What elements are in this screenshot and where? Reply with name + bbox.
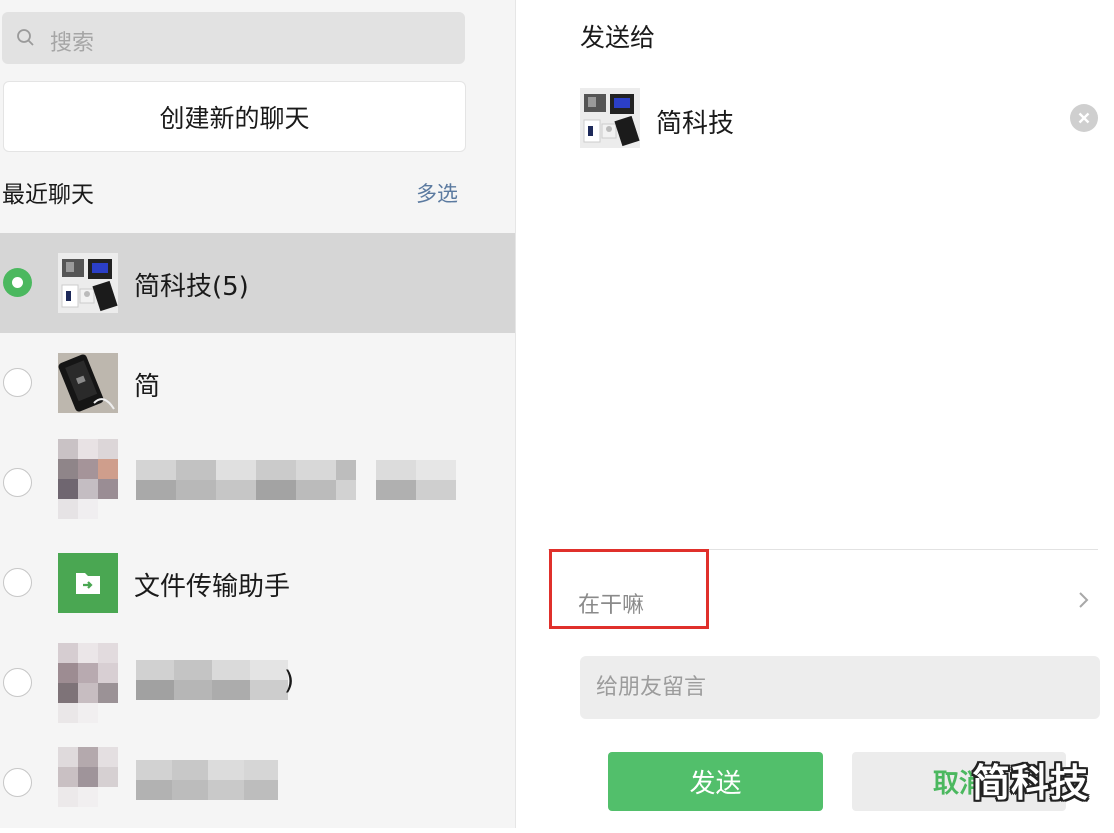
highlight-annotation-box: [549, 549, 709, 629]
watermark-text: 简科技: [972, 761, 1090, 805]
blurred-name: [136, 760, 278, 800]
contact-name: 文件传输助手: [134, 572, 291, 602]
contact-row[interactable]: ): [0, 633, 515, 733]
send-to-heading: 发送给: [580, 23, 656, 52]
selected-radio-icon[interactable]: [3, 268, 32, 297]
unselected-radio-icon[interactable]: [3, 668, 32, 697]
contact-row[interactable]: [0, 433, 515, 533]
create-new-chat-button[interactable]: 创建新的聊天: [3, 81, 466, 152]
close-icon: [1078, 112, 1090, 124]
contact-picker-panel: 搜索 创建新的聊天 最近聊天 多选 简科技(5) 简 文件传输助手): [0, 0, 516, 828]
leave-message-input[interactable]: [580, 656, 1100, 719]
send-button[interactable]: 发送: [608, 752, 823, 811]
blurred-avatar: [58, 747, 118, 807]
blurred-name: [136, 660, 288, 700]
search-box[interactable]: 搜索: [2, 12, 465, 64]
chevron-right-icon: [1079, 592, 1089, 608]
contact-name: 简: [134, 372, 161, 402]
contact-name: 简科技(5): [134, 272, 249, 302]
search-placeholder: 搜索: [50, 31, 95, 56]
unselected-radio-icon[interactable]: [3, 568, 32, 597]
file-transfer-icon: [58, 553, 118, 613]
unselected-radio-icon[interactable]: [3, 368, 32, 397]
search-icon: [17, 29, 34, 46]
unselected-radio-icon[interactable]: [3, 468, 32, 497]
remove-recipient-button[interactable]: [1070, 104, 1098, 132]
phone-photo-avatar: [58, 353, 118, 413]
recent-chats-heading: 最近聊天: [2, 182, 94, 208]
group-photo-avatar: [58, 253, 118, 313]
unselected-radio-icon[interactable]: [3, 768, 32, 797]
contact-row[interactable]: 简: [0, 333, 515, 433]
contact-row[interactable]: 文件传输助手: [0, 533, 515, 633]
blurred-avatar: [58, 439, 118, 519]
blurred-avatar: [58, 643, 118, 723]
multi-select-link[interactable]: 多选: [416, 178, 458, 208]
contact-row[interactable]: 简科技(5): [0, 233, 515, 333]
contact-name: ): [284, 666, 295, 696]
contact-row[interactable]: [0, 733, 515, 833]
blurred-name: [136, 460, 458, 500]
recipient-name: 简科技: [656, 109, 735, 139]
group-photo-avatar: [580, 88, 640, 148]
